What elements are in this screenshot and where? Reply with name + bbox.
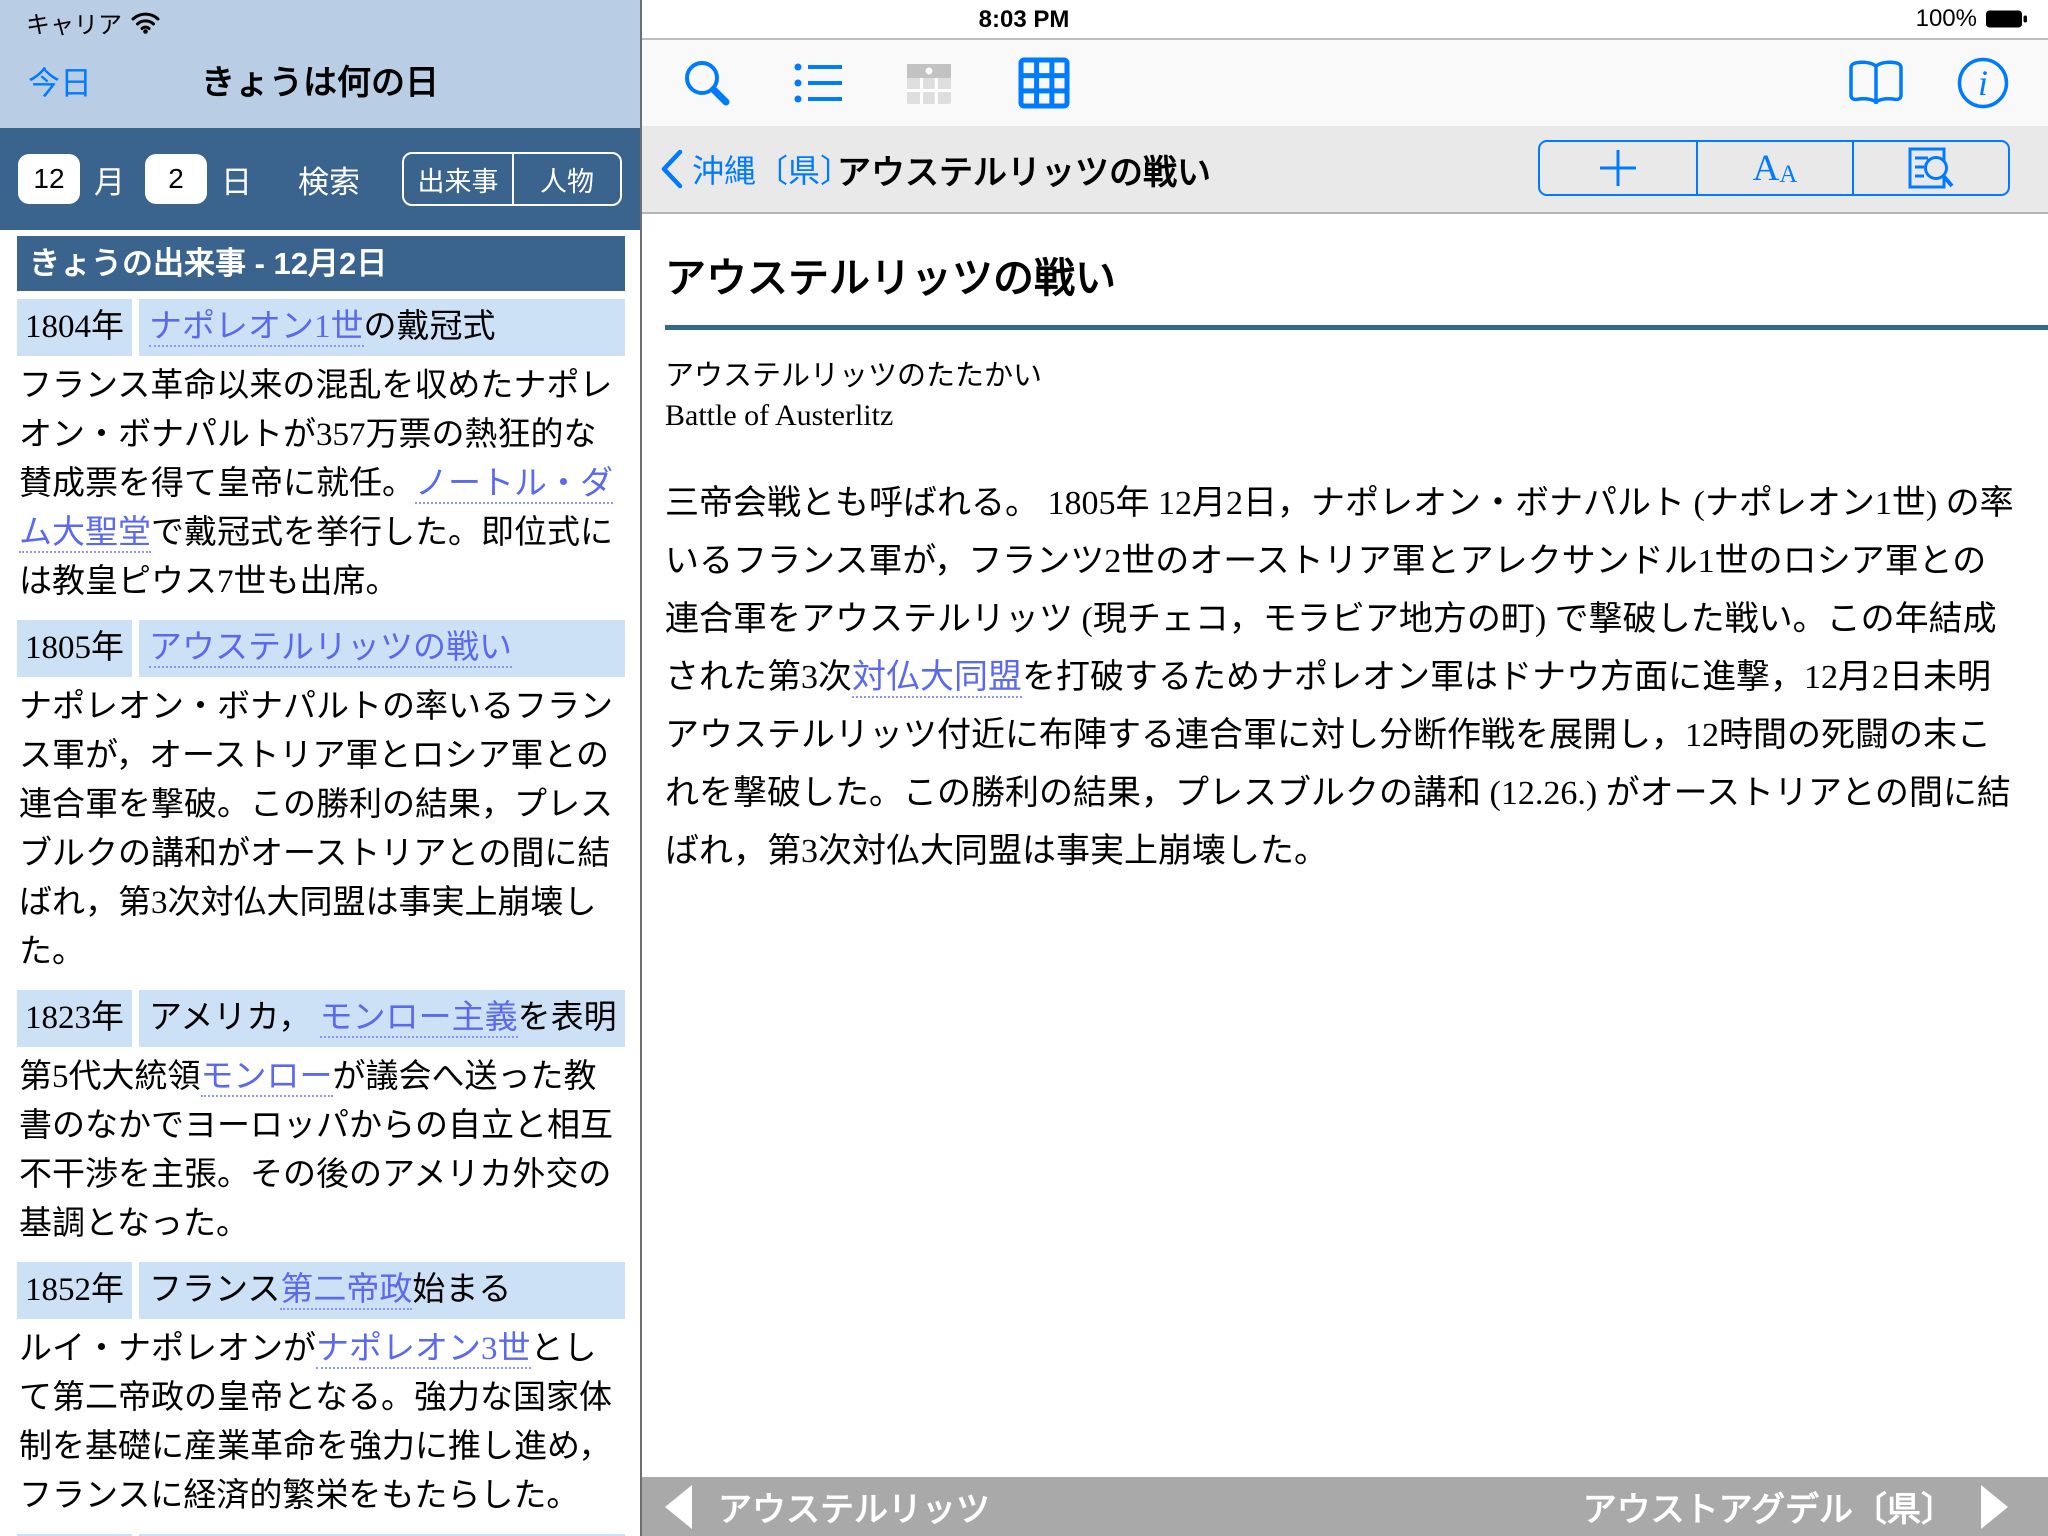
inline-link[interactable]: 第二帝政 (280, 1272, 412, 1310)
text-run: 第5代大統領 (19, 1059, 201, 1095)
prev-entry-button[interactable]: アウステルリッツ (665, 1477, 990, 1536)
panel-divider (640, 0, 642, 1536)
calendar-icon (905, 59, 953, 107)
inline-link[interactable]: 対仏大同盟 (852, 659, 1022, 698)
text-run: 始まる (412, 1272, 511, 1308)
carrier-group: キャリア (26, 5, 160, 40)
book-icon (1847, 59, 1905, 107)
event-title: フランス第二帝政始まる (139, 1262, 625, 1319)
back-button[interactable]: 沖縄〔県〕 (658, 126, 852, 212)
article-reading: アウステルリッツのたたかい (665, 352, 2018, 394)
inline-link[interactable]: ナポレオン3世 (316, 1331, 531, 1369)
title-rule (665, 325, 2048, 330)
text-run: アメリカ， (149, 1000, 320, 1036)
events-people-toggle: 出来事 人物 (402, 152, 622, 206)
month-label: 月 (94, 157, 125, 202)
article-title: アウステルリッツの戦い (665, 244, 2018, 304)
event-title: アメリカ， モンロー主義を表明 (139, 990, 625, 1047)
info-icon: i (1956, 56, 2010, 110)
prev-entry-label: アウステルリッツ (718, 1482, 990, 1531)
battery-percent: 100% (1916, 5, 1977, 33)
plus-icon (1596, 146, 1640, 190)
bookmarks-button[interactable] (1847, 59, 1905, 107)
event-description: ナポレオン・ボナパルトの率いるフランス軍が，オーストリア軍とロシア軍との連合軍を… (19, 683, 625, 977)
event-row[interactable]: 1852年 フランス第二帝政始まる (17, 1262, 625, 1319)
svg-text:i: i (1978, 63, 1988, 103)
inline-link[interactable]: モンロー主義 (320, 1000, 518, 1038)
today-in-history-panel: 今日 きょうは何の日 月 日 検索 出来事 人物 きょうの出来事 - 12月2日… (0, 0, 640, 1536)
event-year: 1823年 (17, 990, 132, 1047)
inline-link[interactable]: ナポレオン1世 (149, 309, 364, 347)
calendar-button[interactable] (905, 59, 953, 107)
event-description: フランス革命以来の混乱を収めたナポレオン・ボナパルトが357万票の熱狂的な賛成票… (19, 362, 625, 607)
event-row[interactable]: 1804年 ナポレオン1世の戴冠式 (17, 299, 625, 356)
wifi-icon (131, 11, 160, 34)
inline-link[interactable]: アウステルリッツの戦い (149, 630, 512, 668)
text-run: の戴冠式 (364, 309, 496, 345)
article-nav-title: アウステルリッツの戦い (837, 126, 1211, 212)
search-icon (681, 57, 733, 109)
date-bar: 月 日 検索 出来事 人物 (0, 128, 640, 230)
prev-triangle-icon (665, 1485, 692, 1529)
app-screen: キャリア 8:03 PM 100% 今日 きょうは何の日 月 (0, 0, 2048, 1536)
left-panel-title: きょうは何の日 (0, 55, 640, 104)
events-section-header: きょうの出来事 - 12月2日 (17, 236, 625, 291)
battery-icon (1986, 9, 2028, 29)
battery-group: 100% (1916, 5, 2028, 33)
text-size-button[interactable]: AA (1696, 142, 1852, 194)
article-panel: i 沖縄〔県〕 アウステルリッツの戦い AA (642, 0, 2048, 1536)
inline-link[interactable]: モンロー (201, 1059, 333, 1097)
next-entry-label: アウストアグデル〔県〕 (1583, 1482, 1955, 1531)
event-year: 1852年 (17, 1262, 132, 1319)
event-title: アウステルリッツの戦い (139, 620, 625, 677)
text-run: ルイ・ナポレオンが (19, 1331, 316, 1367)
event-row[interactable]: 1823年 アメリカ， モンロー主義を表明 (17, 990, 625, 1047)
info-button[interactable]: i (1956, 56, 2010, 110)
month-input[interactable] (18, 154, 80, 204)
add-entry-button[interactable] (1540, 142, 1696, 194)
day-label: 日 (221, 157, 252, 202)
text-run: ナポレオン・ボナパルトの率いるフランス軍が，オーストリア軍とロシア軍との連合軍を… (19, 689, 613, 970)
status-bar: キャリア 8:03 PM 100% (0, 0, 2048, 40)
back-chevron-icon (658, 148, 684, 190)
event-description: ルイ・ナポレオンがナポレオン3世として第二帝政の皇帝となる。強力な国家体制を基礎… (19, 1325, 625, 1521)
next-entry-button[interactable]: アウストアグデル〔県〕 (1583, 1477, 2008, 1536)
article-body: 三帝会戦とも呼ばれる。 1805年 12月2日，ナポレオン・ボナパルト (ナポレ… (665, 475, 2018, 881)
outline-list-icon (794, 60, 844, 106)
entry-pager-bar: アウステルリッツ アウストアグデル〔県〕 (642, 1477, 2048, 1536)
text-size-large-glyph: A (1753, 147, 1780, 190)
text-run: フランス (149, 1272, 280, 1308)
event-row[interactable]: 1805年 アウステルリッツの戦い (17, 620, 625, 677)
article-english-title: Battle of Austerlitz (665, 399, 2018, 433)
event-year: 1804年 (17, 299, 132, 356)
event-description: 第5代大統領モンローが議会へ送った教書のなかでヨーロッパからの自立と相互不干渉を… (19, 1053, 625, 1249)
event-year: 1805年 (17, 620, 132, 677)
event-title: ナポレオン1世の戴冠式 (139, 299, 625, 356)
toggle-people[interactable]: 人物 (512, 154, 620, 204)
carrier-label: キャリア (26, 5, 122, 40)
index-list-button[interactable] (794, 60, 844, 106)
document-search-icon (1907, 145, 1955, 191)
events-list: きょうの出来事 - 12月2日 1804年 ナポレオン1世の戴冠式 フランス革命… (0, 230, 640, 1536)
article-actions: AA (1538, 140, 2010, 196)
grid-view-button[interactable] (1018, 57, 1070, 109)
text-size-small-glyph: A (1779, 161, 1797, 189)
grid-icon (1018, 57, 1070, 109)
toggle-events[interactable]: 出来事 (404, 154, 512, 204)
article-content: アウステルリッツの戦い アウステルリッツのたたかい Battle of Aust… (642, 214, 2048, 881)
next-triangle-icon (1981, 1485, 2008, 1529)
text-run: を表明 (518, 1000, 617, 1036)
article-navbar: 沖縄〔県〕 アウステルリッツの戦い AA (642, 126, 2048, 214)
back-label: 沖縄〔県〕 (692, 146, 852, 192)
date-search-button[interactable]: 検索 (298, 157, 360, 202)
main-toolbar: i (642, 40, 2048, 126)
day-input[interactable] (145, 154, 207, 204)
search-button[interactable] (681, 57, 733, 109)
status-time: 8:03 PM (979, 6, 1070, 34)
search-in-entry-button[interactable] (1852, 142, 2008, 194)
